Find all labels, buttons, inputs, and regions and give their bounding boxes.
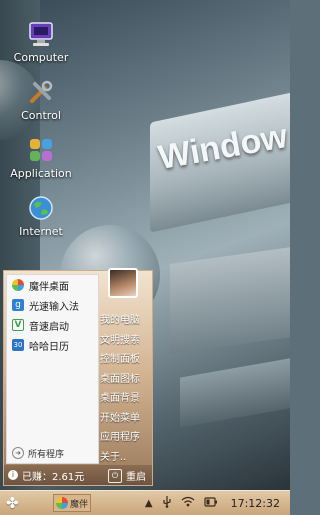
pinwheel-icon	[12, 279, 24, 291]
start-menu: 魔伴桌面 g 光速输入法 V 音速启动 30 哈哈日历 ➜ 所有程序 我的电脑 …	[3, 268, 153, 486]
system-tray: ▲ 17:12:32	[145, 491, 290, 515]
desktop-icon-computer[interactable]: Computer	[1, 20, 81, 64]
menu-item-my-computer[interactable]: 我的电脑	[100, 311, 152, 331]
v-logo-icon: V	[12, 319, 24, 331]
desktop-icon-label: Computer	[13, 51, 69, 64]
computer-icon	[27, 20, 55, 48]
wifi-icon[interactable]	[181, 496, 195, 510]
app-grid-icon	[27, 136, 55, 164]
menu-item-applications[interactable]: 应用程序	[100, 428, 152, 448]
usb-icon[interactable]	[162, 495, 172, 511]
all-programs-button[interactable]: ➜ 所有程序	[7, 445, 98, 461]
info-icon: i	[8, 470, 18, 480]
battery-icon[interactable]	[203, 496, 218, 510]
desktop-icon-label: Control	[21, 109, 61, 122]
app-item-label: 哈哈日历	[29, 341, 69, 353]
all-programs-label: 所有程序	[28, 449, 65, 460]
start-button[interactable]: ✤	[6, 495, 22, 511]
taskbar-item-moban[interactable]: 魔伴	[53, 494, 91, 512]
app-item-label: 音速启动	[29, 321, 69, 333]
taskbar-item-label: 魔伴	[70, 499, 89, 510]
clock[interactable]: 17:12:32	[231, 497, 280, 510]
desktop-icon-internet[interactable]: Internet	[1, 194, 81, 238]
menu-item-start-menu[interactable]: 开始菜单	[100, 409, 152, 429]
app-item-guangsu-input[interactable]: g 光速输入法	[7, 295, 98, 315]
menu-item-desktop-background[interactable]: 桌面背景	[100, 389, 152, 409]
start-menu-shortcuts: 我的电脑 文明搜索 控制面板 桌面图标 桌面背景 开始菜单 应用程序 关于..	[100, 311, 152, 467]
app-item-moban-desktop[interactable]: 魔伴桌面	[7, 275, 98, 295]
arrow-right-icon: ➜	[12, 447, 24, 459]
taskbar: ✤ 魔伴 ▲ 17:12:32	[0, 490, 290, 515]
clover-icon: ✤	[6, 494, 19, 512]
desktop-icon-application[interactable]: Application	[1, 136, 81, 180]
g-logo-icon: g	[12, 299, 24, 311]
power-icon: ⏻	[108, 468, 122, 483]
desktop-icon-control[interactable]: Control	[1, 78, 81, 122]
restart-label: 重启	[126, 472, 146, 483]
app-item-haha-calendar[interactable]: 30 哈哈日历	[7, 335, 98, 355]
app-item-yinsu-launch[interactable]: V 音速启动	[7, 315, 98, 335]
user-avatar[interactable]	[108, 268, 138, 298]
menu-item-control-panel[interactable]: 控制面板	[100, 350, 152, 370]
restart-button[interactable]: ⏻ 重启	[108, 468, 146, 483]
menu-item-desktop-icons[interactable]: 桌面图标	[100, 370, 152, 390]
start-menu-footer: i 已赚：2.61元 ⏻ 重启	[4, 465, 152, 485]
desktop-icon-label: Internet	[19, 225, 63, 238]
app-item-label: 光速输入法	[29, 301, 79, 313]
pinwheel-icon	[56, 497, 68, 509]
earnings-text: 已赚：2.61元	[22, 471, 85, 483]
earnings-display[interactable]: i 已赚：2.61元	[4, 468, 84, 483]
calendar-icon: 30	[12, 339, 24, 351]
app-item-label: 魔伴桌面	[29, 281, 69, 293]
tools-icon	[27, 78, 55, 106]
menu-item-search[interactable]: 文明搜索	[100, 331, 152, 351]
desktop-icon-label: Application	[10, 167, 72, 180]
chevron-up-icon[interactable]: ▲	[145, 498, 153, 509]
start-menu-app-list: 魔伴桌面 g 光速输入法 V 音速启动 30 哈哈日历 ➜ 所有程序	[6, 274, 99, 464]
globe-icon	[27, 194, 55, 222]
